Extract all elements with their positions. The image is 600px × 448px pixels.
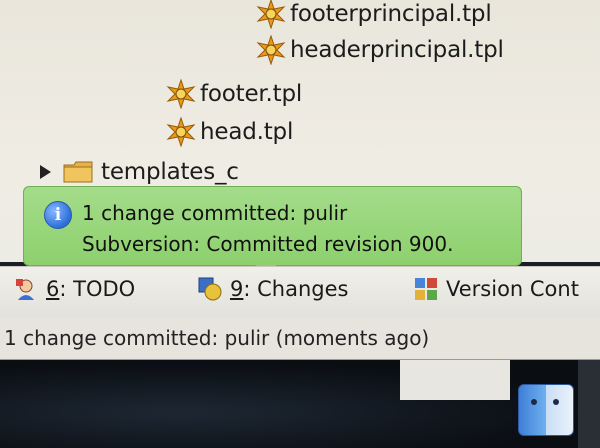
changes-label: : Changes	[243, 277, 349, 301]
finder-icon[interactable]	[518, 384, 574, 436]
status-message[interactable]: 1 change committed: pulir (moments ago)	[4, 326, 429, 350]
tpl-file-icon	[166, 79, 196, 109]
info-icon: i	[44, 201, 72, 229]
commit-notification-balloon[interactable]: i 1 change committed: pulir Subversion: …	[23, 186, 522, 266]
tree-item-label: footerprincipal.tpl	[290, 1, 492, 27]
todo-icon	[16, 279, 34, 300]
status-bar: 1 change committed: pulir (moments ago)	[0, 317, 600, 360]
tree-item-head[interactable]: head.tpl	[166, 116, 293, 148]
folder-icon	[63, 161, 93, 183]
todo-mnemonic: 6	[46, 277, 60, 301]
todo-label: : TODO	[59, 277, 136, 301]
version-control-icon	[415, 278, 437, 300]
tree-item-footerprincipal[interactable]: footerprincipal.tpl	[256, 0, 492, 30]
changes-icon	[198, 277, 222, 301]
notification-title: 1 change committed: pulir	[82, 201, 348, 225]
tpl-file-icon	[256, 35, 286, 65]
tpl-file-icon	[256, 0, 286, 29]
desktop-background	[0, 360, 600, 448]
dock-shelf	[400, 360, 510, 400]
tree-item-label: head.tpl	[200, 119, 294, 145]
window-edge	[578, 360, 600, 448]
changes-mnemonic: 9	[230, 277, 244, 301]
tree-item-label: headerprincipal.tpl	[290, 37, 504, 63]
tool-window-bar: 6: TODO 9: Changes Version Cont	[0, 266, 600, 318]
todo-tool-button[interactable]: 6: TODO	[14, 277, 135, 301]
changes-tool-button[interactable]: 9: Changes	[198, 277, 348, 301]
tree-item-label: footer.tpl	[200, 81, 303, 107]
expand-arrow-icon[interactable]	[40, 165, 51, 179]
version-control-label: Version Cont	[446, 277, 579, 301]
tree-item-label: templates_c	[101, 159, 239, 185]
version-control-tool-button[interactable]: Version Cont	[414, 277, 579, 301]
tree-item-footer[interactable]: footer.tpl	[166, 78, 302, 110]
notification-detail: Subversion: Committed revision 900.	[82, 232, 454, 256]
tree-item-templates-c[interactable]: templates_c	[40, 156, 239, 188]
tpl-file-icon	[166, 117, 196, 147]
tree-item-headerprincipal[interactable]: headerprincipal.tpl	[256, 34, 504, 66]
